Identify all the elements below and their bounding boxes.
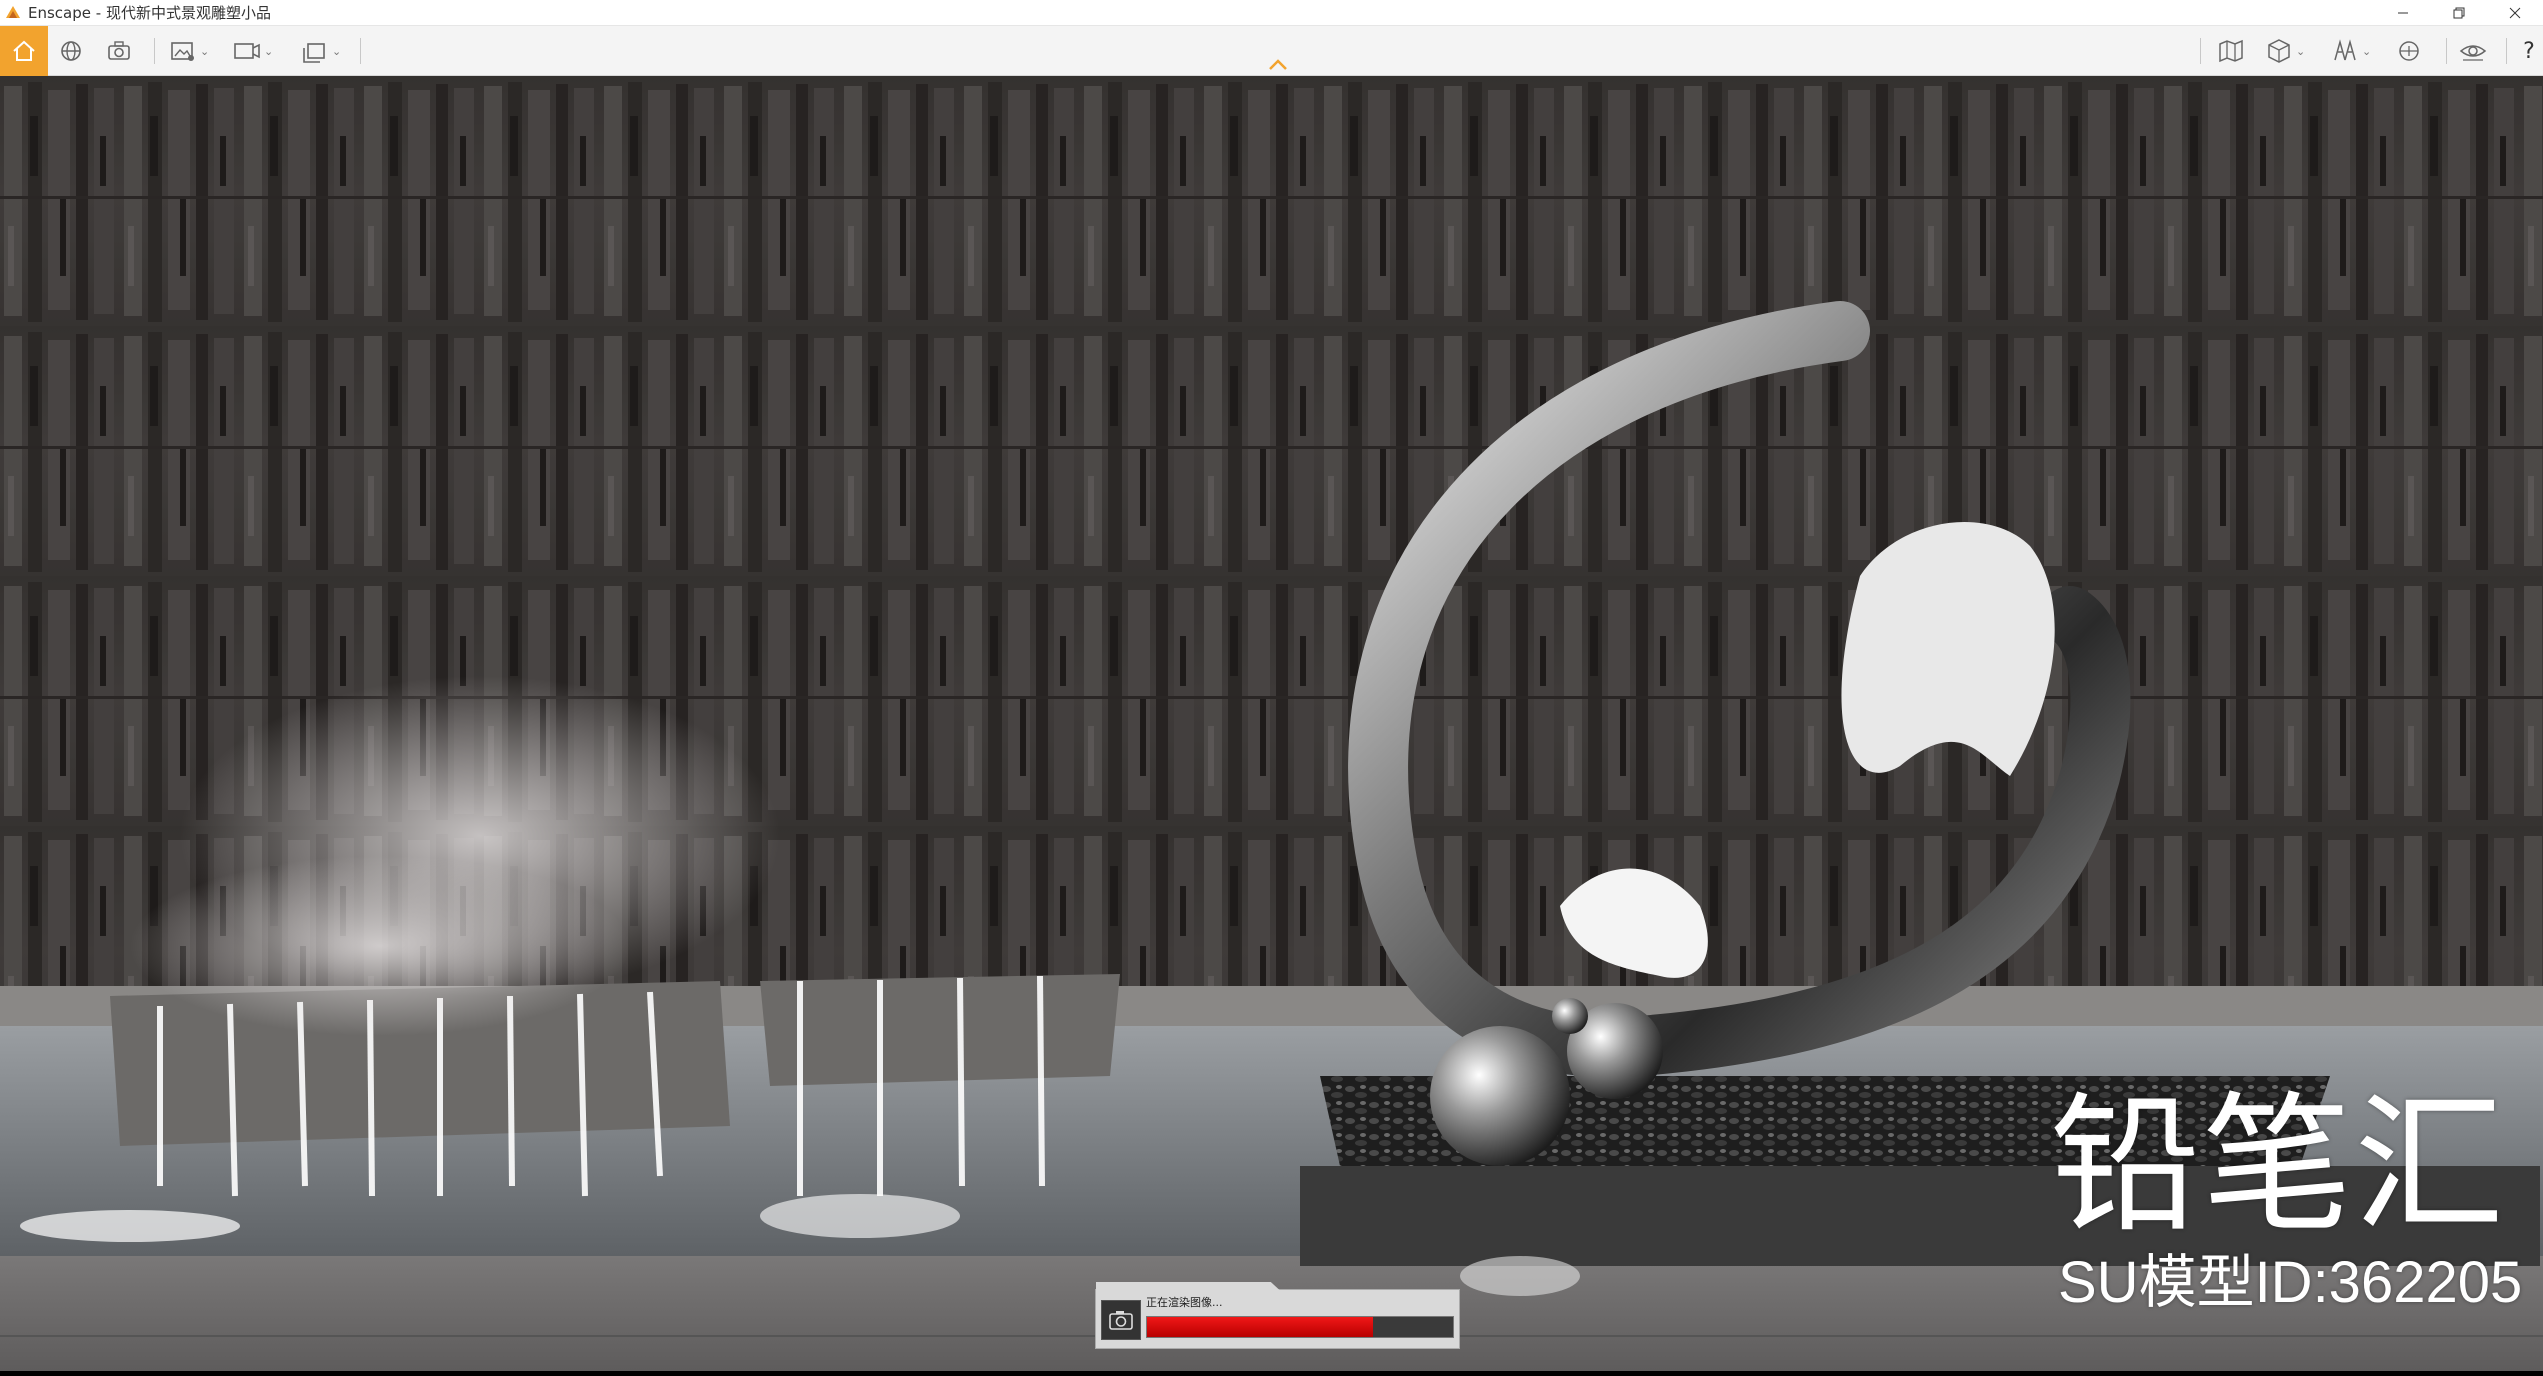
chevron-down-icon[interactable]: ⌄ (200, 45, 209, 58)
eye-view-icon (2459, 45, 2487, 61)
chevron-down-icon[interactable]: ⌄ (2362, 45, 2371, 58)
help-icon: ? (2523, 38, 2535, 64)
restore-icon (2453, 7, 2465, 19)
toolbar-divider (154, 38, 155, 64)
enscape-toolbar: ⌄ ⌄ ⌄ ⌄ ⌄ ? (0, 26, 2543, 76)
toolbar-divider (2446, 38, 2447, 64)
home-icon (13, 40, 35, 61)
enscape-logo-icon (6, 5, 20, 18)
batch-render-icon (303, 43, 325, 63)
camera-icon (1109, 1311, 1133, 1330)
render-image-icon (171, 42, 194, 61)
collaborate-button[interactable] (2394, 35, 2424, 67)
home-button[interactable] (0, 26, 48, 76)
chevron-down-icon[interactable]: ⌄ (2296, 45, 2305, 58)
window-controls (2375, 0, 2543, 26)
orbit-button[interactable] (56, 35, 86, 67)
video-render-button[interactable]: ⌄ (232, 35, 273, 67)
render-viewport[interactable]: 铅笔汇 SU模型ID:362205 正在渲染图像... (0, 76, 2543, 1371)
camera-capture-button[interactable] (1101, 1300, 1141, 1340)
visual-settings-icon (2334, 39, 2356, 61)
close-button[interactable] (2487, 0, 2543, 26)
toolbar-divider (2200, 38, 2201, 64)
render-image-button[interactable]: ⌄ (168, 35, 209, 67)
toolbar-divider (2506, 38, 2507, 64)
camera-screenshot-icon (108, 41, 130, 60)
chevron-down-icon[interactable]: ⌄ (264, 45, 273, 58)
chevron-down-icon[interactable]: ⌄ (332, 45, 341, 58)
close-icon (2509, 7, 2521, 19)
restore-button[interactable] (2431, 0, 2487, 26)
map-button[interactable] (2216, 35, 2246, 67)
minimize-icon (2398, 12, 2408, 14)
video-render-icon (234, 43, 260, 59)
render-progress-fill (1147, 1317, 1374, 1337)
watermark-brand-text: 铅笔汇 (2050, 1079, 2507, 1253)
collaborate-icon (2399, 41, 2419, 61)
batch-render-button[interactable]: ⌄ (300, 35, 341, 67)
globe-orbit-icon (61, 41, 81, 61)
enscape-window: Enscape - 现代新中式景观雕塑小品 ⌄ ⌄ ⌄ ⌄ ⌄ ? 铅笔汇 SU… (0, 0, 2543, 1376)
render-progress-panel: 正在渲染图像... (1095, 1282, 1460, 1349)
toolbar-divider (360, 38, 361, 64)
render-progress-bar (1146, 1316, 1454, 1338)
asset-library-button[interactable]: ⌄ (2264, 35, 2305, 67)
title-bar: Enscape - 现代新中式景观雕塑小品 (0, 0, 2543, 26)
screenshot-button[interactable] (104, 35, 134, 67)
map-icon (2219, 39, 2243, 63)
minimize-button[interactable] (2375, 0, 2431, 26)
window-title: Enscape - 现代新中式景观雕塑小品 (28, 4, 271, 22)
help-button[interactable]: ? (2518, 35, 2540, 67)
visual-settings-button[interactable]: ⌄ (2330, 35, 2371, 67)
watermark-model-id-text: SU模型ID:362205 (2058, 1250, 2523, 1315)
render-status-label: 正在渲染图像... (1146, 1296, 1223, 1309)
cube-asset-icon (2268, 39, 2290, 63)
eye-view-button[interactable] (2458, 35, 2488, 67)
expand-panel-chevron-icon[interactable] (1262, 55, 1294, 75)
